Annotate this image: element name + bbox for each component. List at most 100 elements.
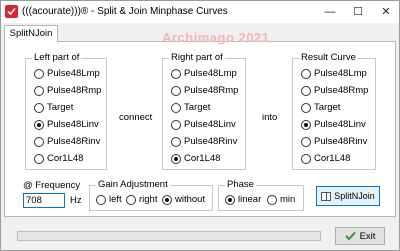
gain-adjustment-title: Gain Adjustment <box>96 179 170 190</box>
exit-button-label: Exit <box>359 230 376 242</box>
phase-option-label: linear <box>238 194 262 205</box>
left-part-title: Left part of <box>32 52 82 63</box>
right-part-option[interactable]: Pulse48Rinv <box>171 135 237 148</box>
phase-option[interactable]: min <box>267 193 295 206</box>
gain-adjustment-option[interactable]: left <box>96 193 122 206</box>
result-curve-option[interactable]: Cor1L48 <box>301 152 350 165</box>
right-part-option-label: Pulse48Rinv <box>184 136 238 147</box>
check-icon <box>344 231 356 241</box>
gain-adjustment-option-label: right <box>139 194 158 205</box>
maximize-button[interactable]: ☐ <box>344 1 372 23</box>
radio-button[interactable] <box>301 102 311 113</box>
minimize-button[interactable]: — <box>316 1 344 23</box>
splitnjoin-button[interactable]: SplitNJoin <box>316 186 380 206</box>
phase-group: Phase linear min <box>218 179 304 211</box>
right-part-option[interactable]: Pulse48Linv <box>171 118 236 131</box>
radio-button[interactable] <box>126 194 136 205</box>
radio-button[interactable] <box>171 68 181 79</box>
right-part-option-label: Pulse48Rmp <box>184 85 239 96</box>
frequency-unit: Hz <box>70 195 82 206</box>
right-part-option-label: Target <box>184 102 211 113</box>
right-part-option-label: Cor1L48 <box>184 153 221 164</box>
left-part-group: Left part of Pulse48Lmp Pulse48Rmp Target P… <box>25 52 107 170</box>
result-curve-option[interactable]: Pulse48Rinv <box>301 135 367 148</box>
result-curve-option[interactable]: Pulse48Rmp <box>301 84 368 97</box>
radio-button[interactable] <box>34 153 44 164</box>
left-part-option[interactable]: Pulse48Linv <box>34 118 99 131</box>
left-part-option[interactable]: Cor1L48 <box>34 152 83 165</box>
result-curve-option-label: Cor1L48 <box>314 153 351 164</box>
result-curve-title: Result Curve <box>299 52 358 63</box>
radio-button[interactable] <box>171 102 181 113</box>
radio-button[interactable] <box>34 119 44 130</box>
progress-bar <box>17 231 321 241</box>
gain-adjustment-group: Gain Adjustment left right without <box>89 179 213 211</box>
left-part-option-label: Pulse48Rinv <box>47 136 101 147</box>
radio-button[interactable] <box>301 119 311 130</box>
frequency-input[interactable] <box>23 193 65 208</box>
splitnjoin-button-label: SplitNJoin <box>334 191 375 201</box>
exit-button[interactable]: Exit <box>335 227 385 245</box>
gain-adjustment-option[interactable]: right <box>126 193 157 206</box>
split-icon <box>321 191 332 201</box>
right-part-option-label: Pulse48Lmp <box>184 68 237 79</box>
radio-button[interactable] <box>162 194 172 205</box>
title-bar: (((acourate)))® - Split & Join Minphase … <box>1 1 399 23</box>
radio-button[interactable] <box>171 85 181 96</box>
radio-button[interactable] <box>267 194 277 205</box>
result-curve-option-label: Pulse48Lmp <box>314 68 367 79</box>
left-part-option[interactable]: Pulse48Rmp <box>34 84 101 97</box>
tab-splitnjoin[interactable]: SplitNJoin <box>4 25 58 42</box>
right-part-option[interactable]: Pulse48Rmp <box>171 84 238 97</box>
tab-panel: Left part of Pulse48Lmp Pulse48Rmp Target P… <box>4 41 396 217</box>
left-part-option[interactable]: Pulse48Rinv <box>34 135 100 148</box>
phase-option[interactable]: linear <box>225 193 261 206</box>
left-part-option[interactable]: Target <box>34 101 73 114</box>
left-part-option-label: Target <box>47 102 74 113</box>
right-part-group: Right part of Pulse48Lmp Pulse48Rmp Target… <box>162 52 246 170</box>
phase-title: Phase <box>225 179 256 190</box>
right-part-option-label: Pulse48Linv <box>184 119 236 130</box>
gain-adjustment-option[interactable]: without <box>162 193 205 206</box>
window-title: (((acourate)))® - Split & Join Minphase … <box>22 6 228 17</box>
result-curve-option-label: Pulse48Rmp <box>314 85 369 96</box>
radio-button[interactable] <box>171 119 181 130</box>
radio-button[interactable] <box>171 153 181 164</box>
radio-button[interactable] <box>96 194 106 205</box>
result-curve-option[interactable]: Pulse48Lmp <box>301 67 367 80</box>
frequency-label: @ Frequency <box>23 180 81 191</box>
left-part-option-label: Pulse48Linv <box>47 119 99 130</box>
right-part-option[interactable]: Cor1L48 <box>171 152 220 165</box>
result-curve-option[interactable]: Target <box>301 101 340 114</box>
left-part-option-label: Pulse48Lmp <box>47 68 100 79</box>
radio-button[interactable] <box>301 68 311 79</box>
radio-button[interactable] <box>34 102 44 113</box>
radio-button[interactable] <box>171 136 181 147</box>
close-button[interactable]: ✕ <box>372 1 400 23</box>
result-curve-option-label: Pulse48Linv <box>314 119 366 130</box>
left-part-option-label: Pulse48Rmp <box>47 85 102 96</box>
result-curve-option-label: Pulse48Rinv <box>314 136 368 147</box>
radio-button[interactable] <box>301 85 311 96</box>
connect-label: connect <box>119 112 153 123</box>
gain-adjustment-option-label: left <box>109 194 122 205</box>
phase-option-label: min <box>280 194 296 205</box>
app-icon <box>5 5 18 18</box>
radio-button[interactable] <box>301 136 311 147</box>
result-curve-option-label: Target <box>314 102 341 113</box>
radio-button[interactable] <box>301 153 311 164</box>
into-label: into <box>262 112 278 123</box>
left-part-option-label: Cor1L48 <box>47 153 84 164</box>
watermark: Archimago 2021 <box>162 30 270 45</box>
right-part-option[interactable]: Pulse48Lmp <box>171 67 237 80</box>
right-part-title: Right part of <box>169 52 225 63</box>
result-curve-group: Result Curve Pulse48Lmp Pulse48Rmp Target P… <box>292 52 376 170</box>
left-part-option[interactable]: Pulse48Lmp <box>34 67 100 80</box>
radio-button[interactable] <box>225 194 235 205</box>
radio-button[interactable] <box>34 85 44 96</box>
result-curve-option[interactable]: Pulse48Linv <box>301 118 366 131</box>
gain-adjustment-option-label: without <box>175 194 206 205</box>
radio-button[interactable] <box>34 136 44 147</box>
right-part-option[interactable]: Target <box>171 101 210 114</box>
radio-button[interactable] <box>34 68 44 79</box>
